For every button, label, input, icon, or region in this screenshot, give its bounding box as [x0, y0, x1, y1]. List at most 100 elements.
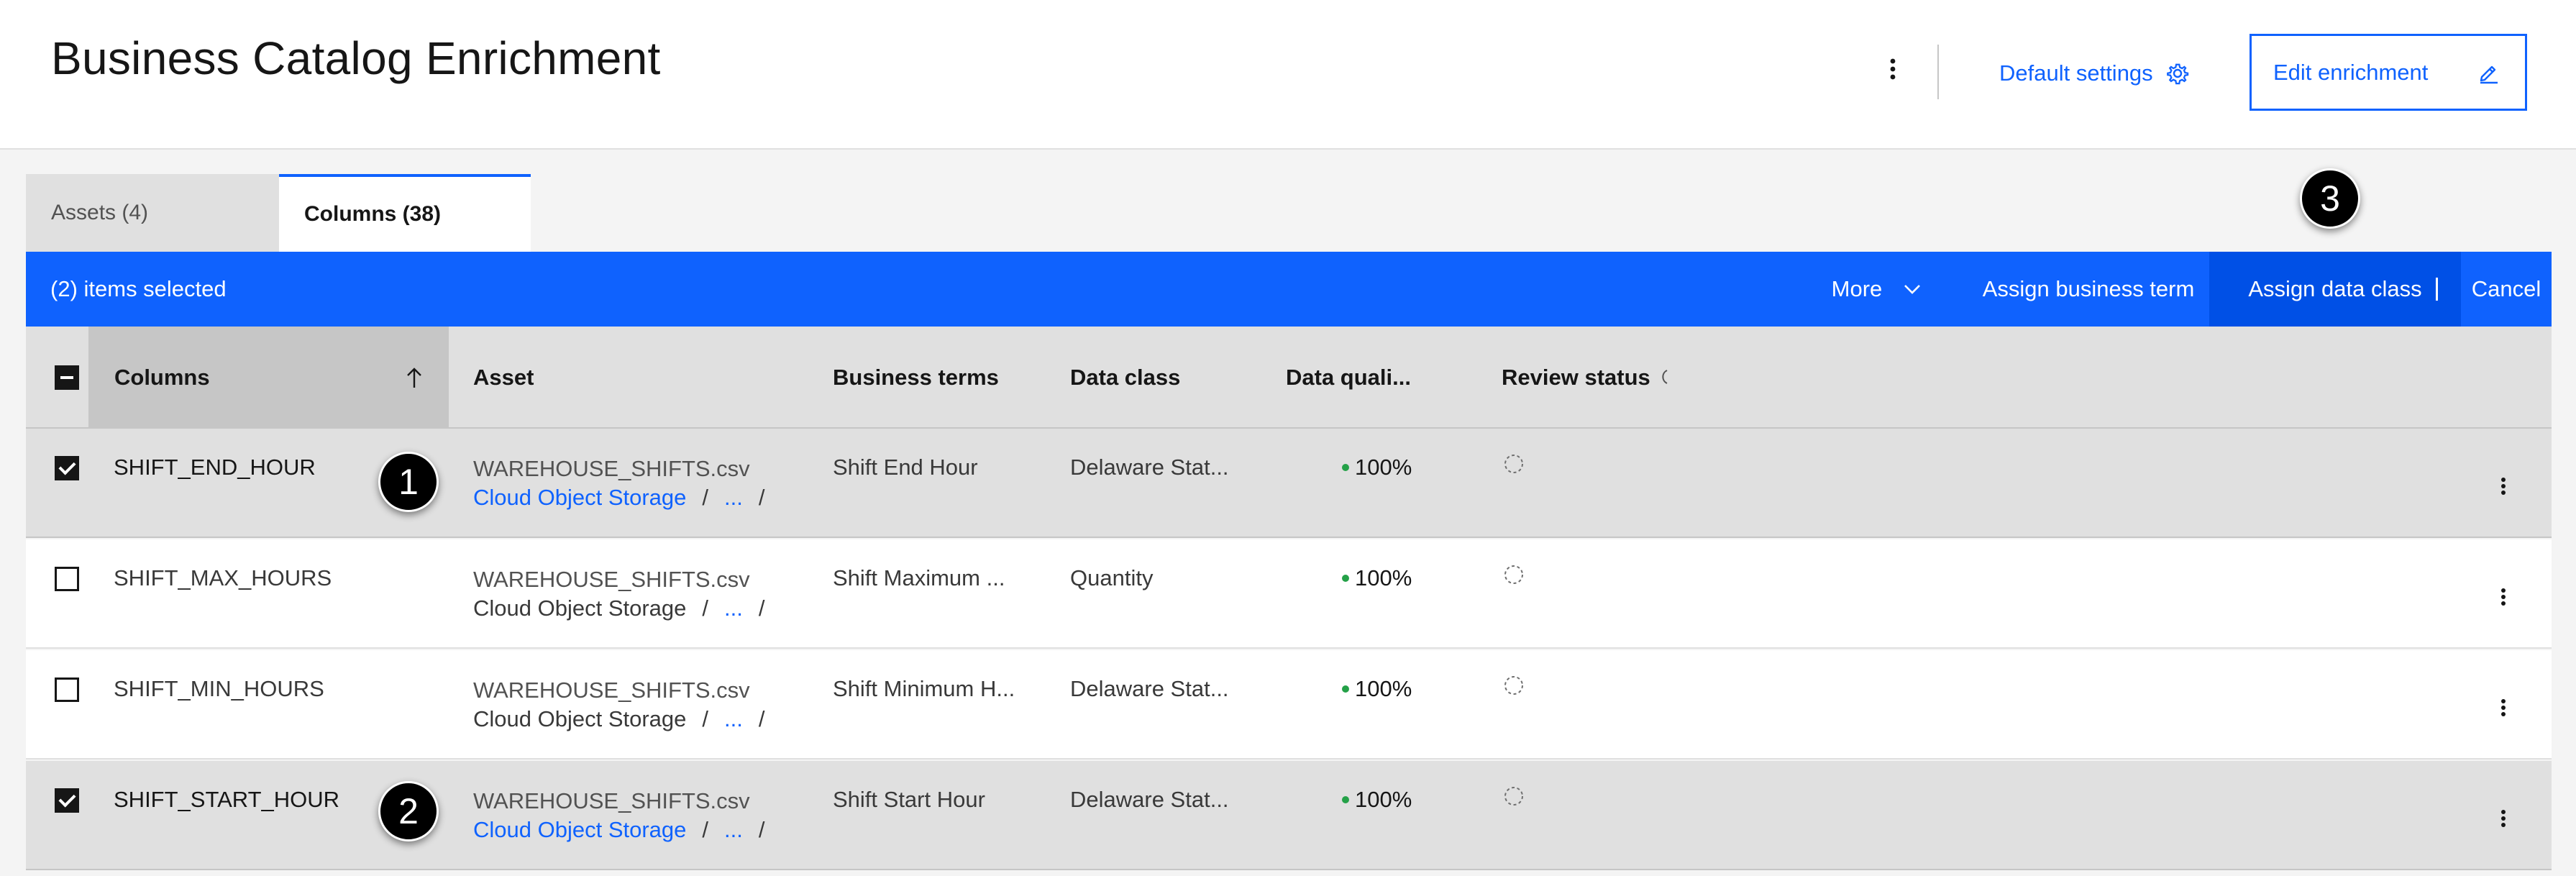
tab-assets[interactable]: Assets (4): [26, 174, 279, 252]
cancel-selection-button[interactable]: Cancel: [2461, 252, 2552, 327]
header-overflow-button[interactable]: [1878, 47, 1907, 91]
column-header-columns[interactable]: Columns: [88, 327, 449, 429]
path-separator: /: [702, 485, 709, 510]
chevron-down-icon: [1904, 285, 1921, 294]
table-header: Columns Asset Business terms Data class …: [26, 327, 2552, 429]
column-name: SHIFT_MIN_HOURS: [114, 676, 324, 701]
dashed-circle-icon: [1504, 565, 1523, 584]
more-actions-label: More: [1831, 276, 1883, 301]
asset-location-link: Cloud Object Storage: [473, 596, 687, 621]
column-name: SHIFT_END_HOUR: [114, 455, 316, 480]
row-checkbox[interactable]: [55, 677, 79, 702]
asset-cell: WAREHOUSE_SHIFTS.csv Cloud Object Storag…: [473, 676, 765, 734]
overflow-menu-vertical-icon: [2501, 810, 2506, 827]
asset-location-link: Cloud Object Storage: [473, 706, 687, 731]
path-ellipsis-link[interactable]: ...: [724, 594, 743, 623]
row-overflow-button[interactable]: [2493, 473, 2514, 499]
data-quality-value: 100%: [1355, 676, 1412, 701]
asset-file-name: WAREHOUSE_SHIFTS.csv: [473, 456, 750, 481]
quality-status-dot-icon: [1342, 575, 1349, 582]
overflow-menu-vertical-icon: [2501, 478, 2506, 495]
column-header-business-terms[interactable]: Business terms: [833, 327, 999, 429]
path-separator: /: [758, 817, 765, 842]
asset-location-link[interactable]: Cloud Object Storage: [473, 816, 686, 844]
column-header-data-class[interactable]: Data class: [1070, 327, 1180, 429]
asset-path: Cloud Object Storage / ... /: [473, 594, 765, 623]
arrow-up-icon: [407, 368, 421, 388]
asset-path: Cloud Object Storage / ... /: [473, 483, 765, 512]
partial-circle-icon: [1662, 370, 1668, 384]
table-row[interactable]: SHIFT_MAX_HOURS WAREHOUSE_SHIFTS.csv Clo…: [26, 539, 2552, 649]
path-separator: /: [702, 817, 709, 842]
asset-path: Cloud Object Storage / ... /: [473, 816, 765, 844]
data-quality: 100%: [1342, 565, 1412, 591]
column-header-review-status[interactable]: Review status: [1502, 327, 1669, 429]
path-separator: /: [758, 706, 765, 731]
more-actions-button[interactable]: More: [1796, 252, 1956, 327]
table-row[interactable]: SHIFT_MIN_HOURS WAREHOUSE_SHIFTS.csv Clo…: [26, 650, 2552, 759]
callout-badge-2: 2: [378, 781, 439, 841]
overflow-menu-vertical-icon: [1890, 58, 1896, 80]
business-term: Shift End Hour: [833, 455, 978, 480]
edit-enrichment-button[interactable]: Edit enrichment: [2250, 34, 2527, 111]
review-status: [1503, 453, 1525, 475]
dashed-circle-icon: [1504, 787, 1523, 806]
asset-cell: WAREHOUSE_SHIFTS.csv Cloud Object Storag…: [473, 565, 765, 623]
tab-columns[interactable]: Columns (38): [279, 174, 531, 252]
path-separator: /: [702, 596, 709, 621]
asset-cell: WAREHOUSE_SHIFTS.csv Cloud Object Storag…: [473, 455, 765, 512]
row-overflow-button[interactable]: [2493, 584, 2514, 610]
overflow-menu-vertical-icon: [2501, 699, 2506, 716]
gear-icon: [2166, 63, 2188, 85]
batch-action-bar: (2) items selected More Assign business …: [26, 252, 2552, 327]
callout-badge-1: 1: [378, 452, 439, 512]
dashed-circle-icon: [1504, 455, 1523, 473]
assign-data-class-button[interactable]: Assign data class: [2209, 252, 2461, 327]
data-class: Delaware Stat...: [1070, 787, 1229, 812]
path-ellipsis-link[interactable]: ...: [724, 816, 743, 844]
row-overflow-button[interactable]: [2493, 695, 2514, 721]
data-quality: 100%: [1342, 787, 1412, 813]
header-divider: [1937, 45, 1939, 99]
default-settings-label: Default settings: [1999, 60, 2153, 86]
edit-enrichment-label: Edit enrichment: [2273, 59, 2429, 85]
review-status: [1503, 564, 1525, 585]
row-overflow-button[interactable]: [2493, 806, 2514, 831]
asset-cell: WAREHOUSE_SHIFTS.csv Cloud Object Storag…: [473, 787, 765, 844]
data-quality-value: 100%: [1355, 787, 1412, 812]
column-name: SHIFT_MAX_HOURS: [114, 565, 332, 590]
assign-business-term-button[interactable]: Assign business term: [1956, 252, 2221, 327]
asset-file-name: WAREHOUSE_SHIFTS.csv: [473, 788, 750, 813]
quality-status-dot-icon: [1342, 796, 1349, 803]
row-checkbox[interactable]: [55, 567, 79, 591]
path-separator: /: [758, 596, 765, 621]
column-name: SHIFT_START_HOUR: [114, 787, 340, 812]
business-term: Shift Minimum H...: [833, 676, 1015, 701]
review-status: [1503, 675, 1525, 696]
review-status: [1503, 785, 1525, 807]
column-header-asset[interactable]: Asset: [473, 327, 534, 429]
path-ellipsis-link[interactable]: ...: [724, 705, 743, 734]
quality-status-dot-icon: [1342, 685, 1349, 693]
column-header-data-quality[interactable]: Data quali...: [1286, 327, 1411, 429]
asset-location-link[interactable]: Cloud Object Storage: [473, 483, 686, 512]
default-settings-button[interactable]: Default settings: [1999, 55, 2189, 92]
page-title: Business Catalog Enrichment: [51, 32, 661, 84]
path-ellipsis-link[interactable]: ...: [724, 483, 743, 512]
business-term: Shift Maximum ...: [833, 565, 1005, 590]
asset-file-name: WAREHOUSE_SHIFTS.csv: [473, 677, 750, 703]
business-term: Shift Start Hour: [833, 787, 985, 812]
data-class: Delaware Stat...: [1070, 676, 1229, 701]
data-class: Quantity: [1070, 565, 1154, 590]
asset-path: Cloud Object Storage / ... /: [473, 705, 765, 734]
dashed-circle-icon: [1504, 676, 1523, 695]
quality-status-dot-icon: [1342, 464, 1349, 471]
row-checkbox[interactable]: [55, 456, 79, 480]
data-quality: 100%: [1342, 676, 1412, 702]
column-header-columns-label: Columns: [114, 365, 210, 390]
selected-items-count: (2) items selected: [50, 276, 227, 301]
row-checkbox[interactable]: [55, 788, 79, 813]
select-all-checkbox[interactable]: [55, 365, 79, 390]
column-header-review-status-label: Review status: [1502, 365, 1650, 390]
data-quality-value: 100%: [1355, 565, 1412, 590]
